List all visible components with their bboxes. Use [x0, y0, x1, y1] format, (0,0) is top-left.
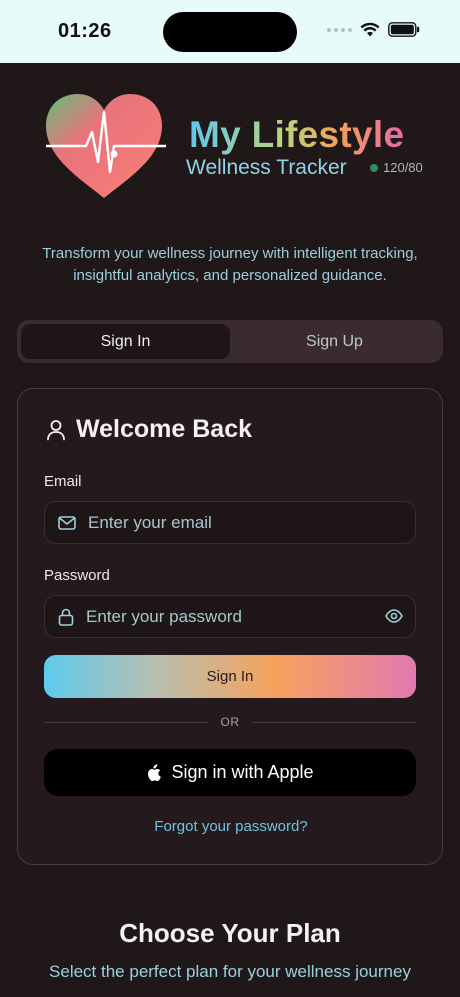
email-input[interactable] [88, 512, 348, 533]
or-text: OR [220, 715, 240, 729]
password-field-box [44, 595, 416, 638]
forgot-password-link[interactable]: Forgot your password? [18, 818, 444, 835]
tab-sign-up[interactable]: Sign Up [230, 324, 439, 359]
divider-line-right [251, 721, 416, 723]
dynamic-island [163, 12, 297, 52]
plans-subtitle: Select the perfect plan for your wellnes… [49, 962, 411, 981]
heart-pulse-logo-icon [46, 94, 166, 198]
bp-reading: 120/80 [383, 160, 423, 175]
app-title: My Lifestyle [189, 114, 405, 155]
apple-icon [148, 763, 162, 781]
divider-line-left [44, 721, 209, 723]
lock-icon [58, 608, 74, 626]
password-label: Password [44, 567, 110, 584]
apple-sign-in-button[interactable]: Sign in with Apple [44, 749, 416, 796]
tab-sign-in[interactable]: Sign In [21, 324, 230, 359]
email-label: Email [44, 473, 82, 490]
card-title: Welcome Back [76, 415, 253, 443]
email-field-box [44, 501, 416, 544]
plans-title: Choose Your Plan [119, 918, 341, 948]
status-time: 01:26 [58, 20, 112, 42]
bp-indicator: 120/80 [370, 160, 423, 175]
eye-icon[interactable] [385, 608, 403, 624]
tagline: Transform your wellness journey with int… [42, 245, 418, 284]
password-input[interactable] [86, 606, 346, 627]
battery-icon [388, 22, 420, 37]
user-icon [47, 419, 65, 440]
wifi-icon [360, 22, 380, 37]
status-bar: 01:26 [0, 0, 460, 63]
cellular-signal-icon [327, 27, 352, 32]
card-header: Welcome Back [46, 415, 252, 444]
sign-in-card: Welcome Back Email Password Sign In OR S… [17, 388, 443, 865]
sign-in-button[interactable]: Sign In [44, 655, 416, 698]
status-icons [327, 22, 420, 37]
auth-tabs: Sign In Sign Up [17, 320, 443, 363]
app-subtitle: Wellness Tracker [186, 156, 347, 179]
or-divider: OR [44, 715, 416, 729]
mail-icon [58, 515, 76, 530]
bp-status-dot [370, 163, 378, 172]
apple-sign-in-label: Sign in with Apple [171, 762, 314, 782]
